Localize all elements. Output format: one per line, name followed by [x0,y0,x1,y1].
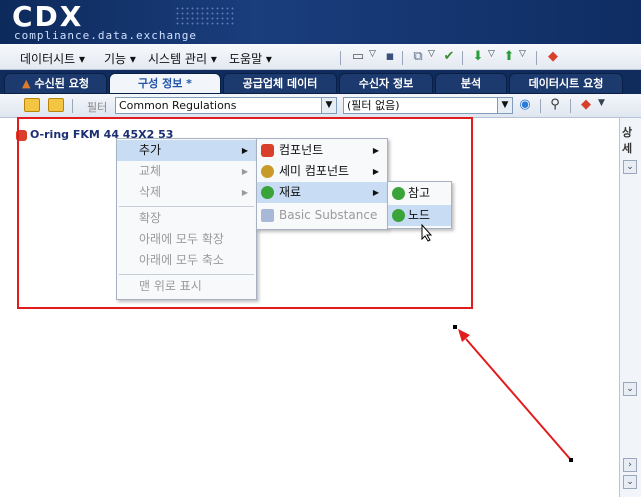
download-icon[interactable]: ⬇ [470,49,486,65]
tab-label: 수신자 정보 [358,77,414,90]
open-folder-icon[interactable] [24,98,40,112]
download-dropdown-icon[interactable]: ▽ [488,49,495,59]
copy-dropdown-icon[interactable]: ▽ [428,49,435,59]
logo-dots-decoration [175,6,235,26]
toolbar-separator [570,99,571,113]
tab-datasheet-request[interactable]: 데이터시트 요청 [509,73,623,94]
filter-label: 필터 [87,101,108,114]
tab-bar: ▲ 수신된 요청 구성 정보 * 공급업체 데이터 수신자 정보 분석 데이터시트… [0,70,641,94]
cdx-logo: CDX [12,0,84,33]
tab-analysis[interactable]: 분석 [435,73,507,94]
tab-label: 공급업체 데이터 [242,77,318,90]
tab-label: 분석 [460,77,482,90]
component-tool-icon[interactable]: ◆ [545,49,561,65]
menu-function[interactable]: 기능 ▾ [104,50,136,67]
new-document-dropdown-icon[interactable]: ▽ [369,49,376,59]
tab-received-requests[interactable]: ▲ 수신된 요청 [4,73,107,94]
regulation-select[interactable]: Common Regulations ▼ [115,97,337,114]
chevron-down-icon[interactable]: ⌄ [623,475,637,489]
menubar: 데이터시트 ▾ 기능 ▾ 시스템 관리 ▾ 도움말 ▾ ▭ ▽ ▪ ⧉ ▽ ✔ … [0,44,641,70]
toolbar-separator [536,51,537,65]
header-banner: CDX compliance.data.exchange [0,0,641,44]
chevron-down-icon[interactable]: ⌄ [623,382,637,396]
inbox-icon: ▲ [22,77,31,90]
tab-label: 수신된 요청 [34,77,89,90]
eye-icon[interactable]: ◉ [517,97,533,113]
add-component-dropdown-icon[interactable]: ▼ [598,98,605,108]
add-component-icon[interactable]: ◆ [578,97,594,113]
chevron-down-icon[interactable]: ▼ [497,98,512,113]
search-icon[interactable]: ⚲ [547,97,563,113]
validate-icon[interactable]: ✔ [441,49,457,65]
logo-subtitle: compliance.data.exchange [14,29,197,42]
tab-configuration-info[interactable]: 구성 정보 * [109,73,221,94]
annotation-highlight-box [17,117,473,309]
copy-icon[interactable]: ⧉ [410,49,426,65]
menu-help[interactable]: 도움말 ▾ [229,50,272,67]
detail-pane-label: 상세 [622,126,633,155]
chevron-down-icon[interactable]: ⌄ [623,160,637,174]
filter-select-value: (필터 없음) [347,99,400,112]
upload-icon[interactable]: ⬆ [501,49,517,65]
tab-supplier-data[interactable]: 공급업체 데이터 [223,73,337,94]
filter-toolbar: 필터 Common Regulations ▼ (필터 없음) ▼ ◉ ⚲ ◆ … [0,94,641,118]
new-document-icon[interactable]: ▭ [350,49,366,65]
chevron-down-icon[interactable]: ▼ [321,98,336,113]
toolbar-separator [72,99,73,113]
tab-label: 구성 정보 * [138,77,192,90]
toolbar-separator [402,51,403,65]
menu-datasheet[interactable]: 데이터시트 ▾ [20,50,85,67]
toolbar-separator [540,99,541,113]
regulation-select-value: Common Regulations [119,99,237,112]
tab-label: 데이터시트 요청 [528,77,604,90]
detail-pane [619,118,641,497]
upload-dropdown-icon[interactable]: ▽ [519,49,526,59]
toolbar-separator [340,51,341,65]
filter-select[interactable]: (필터 없음) ▼ [343,97,513,114]
chevron-right-icon[interactable]: › [623,458,637,472]
menu-system-admin[interactable]: 시스템 관리 ▾ [148,50,217,67]
toolbar-separator [462,51,463,65]
tab-recipient-info[interactable]: 수신자 정보 [339,73,433,94]
folder-icon[interactable] [48,98,64,112]
save-icon[interactable]: ▪ [382,49,398,65]
